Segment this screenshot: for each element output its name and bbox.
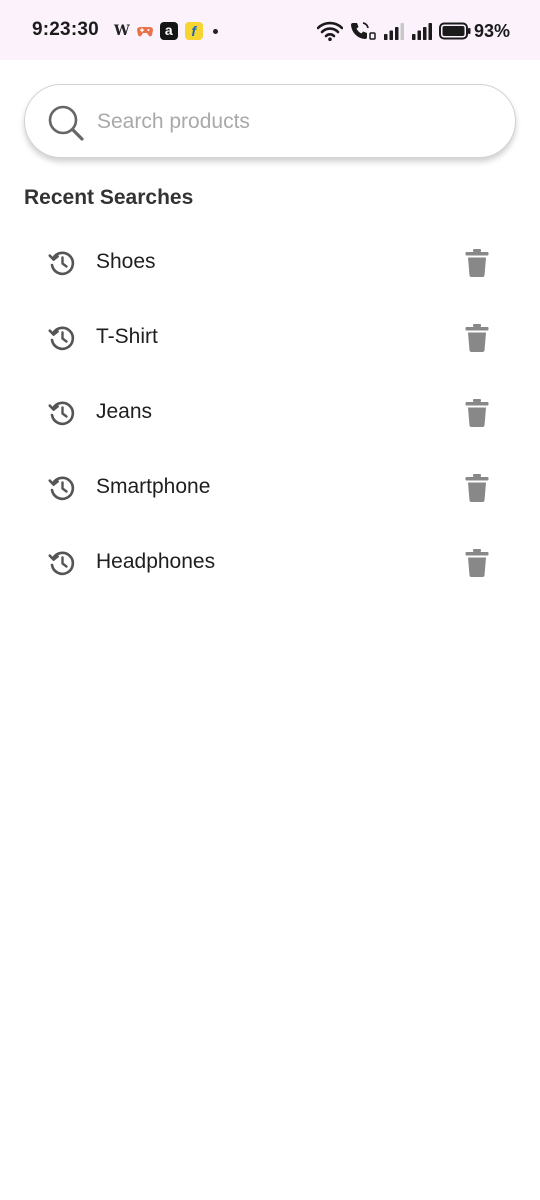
recent-search-label: Shoes xyxy=(96,250,156,273)
recent-search-label: Headphones xyxy=(96,550,216,573)
recent-search-item[interactable]: Shoes xyxy=(0,226,540,301)
recent-searches-list: Shoes T-Shirt Jeans Smartphone Headphone… xyxy=(0,226,540,601)
notification-icons: W a f xyxy=(114,20,218,42)
delete-icon[interactable] xyxy=(464,323,490,353)
system-icons: 93% xyxy=(316,20,510,42)
status-time: 9:23:30 xyxy=(32,19,99,40)
history-icon xyxy=(48,251,75,276)
search-input[interactable] xyxy=(95,99,499,145)
search-icon xyxy=(48,105,84,141)
recent-search-label: Smartphone xyxy=(96,475,211,498)
recent-search-item[interactable]: Smartphone xyxy=(0,451,540,526)
battery: 93% xyxy=(438,20,510,42)
recent-searches-heading: Recent Searches xyxy=(24,186,194,209)
search-box[interactable] xyxy=(24,84,516,158)
history-icon xyxy=(48,401,75,426)
delete-icon[interactable] xyxy=(464,548,490,578)
recent-search-item[interactable]: Headphones xyxy=(0,526,540,601)
history-icon xyxy=(48,326,75,351)
wifi-calling-icon xyxy=(350,22,376,40)
delete-icon[interactable] xyxy=(464,473,490,503)
w-app-icon: W xyxy=(114,23,130,39)
history-icon xyxy=(48,476,75,501)
battery-icon xyxy=(438,22,471,40)
recent-search-item[interactable]: Jeans xyxy=(0,376,540,451)
delete-icon[interactable] xyxy=(464,248,490,278)
flipkart-app-icon: f xyxy=(184,22,203,40)
signal-strength-icon-sim2 xyxy=(411,23,432,40)
history-icon xyxy=(48,551,75,576)
recent-search-label: Jeans xyxy=(96,400,153,423)
delete-icon[interactable] xyxy=(464,398,490,428)
status-bar: 9:23:30 W a f 93% xyxy=(0,0,540,60)
more-notifications-dot-icon xyxy=(212,28,218,34)
recent-search-label: T-Shirt xyxy=(96,325,158,348)
signal-strength-icon-sim1 xyxy=(383,23,404,40)
wifi-icon xyxy=(316,21,343,41)
amazon-app-icon: a xyxy=(159,22,178,40)
recent-search-item[interactable]: T-Shirt xyxy=(0,301,540,376)
battery-percentage: 93% xyxy=(473,20,510,41)
game-controller-icon xyxy=(136,27,153,37)
